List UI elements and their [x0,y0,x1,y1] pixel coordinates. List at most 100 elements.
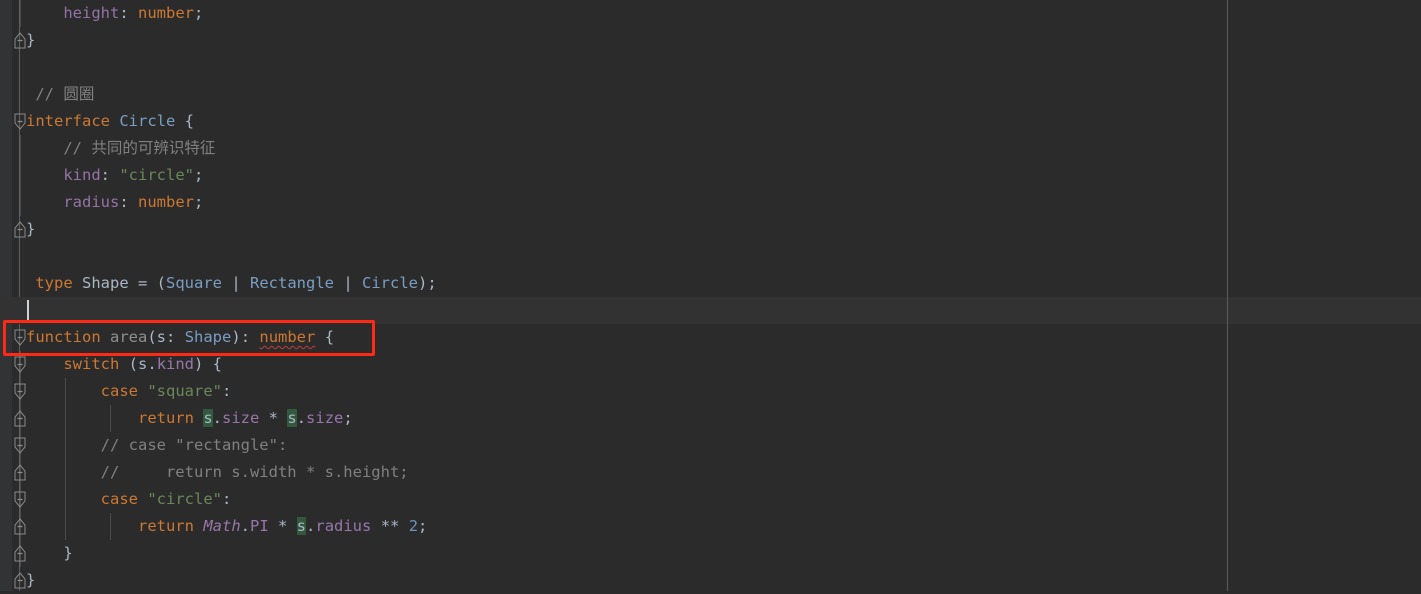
code-token: ) { [194,355,223,373]
code-line-text: } [26,567,35,594]
code-line[interactable]: } [0,567,1421,594]
code-token: kind [156,355,195,373]
code-line-text: // 共同的可辨识特征 [26,135,215,162]
code-line-text: kind: "circle"; [26,162,203,189]
code-line-text: return Math.PI * s.radius ** 2; [26,513,427,540]
code-token: * [259,409,288,427]
code-line[interactable] [0,54,1421,81]
code-token: s [138,355,148,373]
code-token: ); [418,274,437,292]
code-token: // case "rectangle": [26,436,288,454]
code-token: : [221,382,232,400]
code-token: // return s.width * s.height; [26,463,409,481]
code-token: Shape [184,328,232,346]
code-token: "circle" [119,166,194,184]
code-line-text: // return s.width * s.height; [26,459,409,486]
code-token: function [26,328,101,346]
indent-guide [20,0,21,27]
code-token: . [296,409,307,427]
code-token: case [100,382,138,400]
hard-wrap-guide [1227,0,1228,591]
code-token: ; [194,193,204,211]
code-token: area [110,328,148,346]
code-line[interactable] [0,243,1421,270]
code-token: Math [203,517,241,535]
code-token: : [119,193,138,211]
indent-guide [20,189,21,216]
code-line[interactable]: return Math.PI * s.radius ** 2; [0,513,1421,540]
current-line-highlight [0,297,1421,324]
code-token: "circle" [147,490,222,508]
code-line[interactable]: } [0,540,1421,567]
code-token: PI [250,517,269,535]
code-line[interactable]: } [0,27,1421,54]
code-line[interactable]: // 圆圈 [0,81,1421,108]
code-token: ; [418,517,428,535]
code-token: . [147,355,157,373]
code-line[interactable]: interface Circle { [0,108,1421,135]
code-line[interactable]: // return s.width * s.height; [0,459,1421,486]
code-line[interactable]: } [0,216,1421,243]
code-line[interactable]: return s.size * s.size; [0,405,1421,432]
code-token: kind [63,166,101,184]
code-token: Shape [82,274,129,292]
code-line[interactable] [0,297,1421,324]
code-line[interactable]: kind: "circle"; [0,162,1421,189]
code-token: } [26,544,73,562]
code-line[interactable]: function area(s: Shape): number { [0,324,1421,351]
code-token: | [222,274,251,292]
code-token: | [334,274,363,292]
code-token: . [240,517,250,535]
code-token: : [221,490,232,508]
code-token: ; [194,4,204,22]
code-content[interactable]: height: number;} // 圆圈 interface Circle {… [0,0,1421,591]
code-line-text: function area(s: Shape): number { [26,324,334,351]
code-line-text: radius: number; [26,189,203,216]
code-line[interactable]: // 共同的可辨识特征 [0,135,1421,162]
code-token: height [63,4,120,22]
code-token: : [166,328,185,346]
code-token: ** [371,517,409,535]
code-token: { [315,328,335,346]
code-token: Circle [362,274,419,292]
code-token: size [306,409,344,427]
code-line[interactable]: case "circle": [0,486,1421,513]
code-token: s [156,328,167,346]
code-line[interactable]: height: number; [0,0,1421,27]
code-line-text: // 圆圈 [26,81,94,108]
code-line[interactable]: radius: number; [0,189,1421,216]
code-token: Square [166,274,223,292]
code-line-text: height: number; [26,0,203,27]
code-token: s [203,409,213,427]
code-line-text: } [26,27,35,54]
code-token: : [119,4,138,22]
code-editor[interactable]: height: number;} // 圆圈 interface Circle {… [0,0,1421,591]
code-token: number [138,193,194,211]
code-token: return [137,517,194,535]
code-token: ( [147,328,157,346]
code-token: = ( [128,274,167,292]
code-token: . [212,409,223,427]
code-line[interactable]: type Shape = (Square | Rectangle | Circl… [0,270,1421,297]
code-token: } [26,220,36,238]
code-line-text: // case "rectangle": [26,432,288,459]
indent-guide [20,135,21,162]
code-line[interactable]: case "square": [0,378,1421,405]
code-line[interactable]: switch (s.kind) { [0,351,1421,378]
code-token: interface [26,112,110,130]
code-line[interactable]: // case "rectangle": [0,432,1421,459]
code-token: ; [343,409,353,427]
code-line-text: case "circle": [26,486,232,513]
code-line-text: case "square": [26,378,232,405]
code-line-text: } [26,540,73,567]
